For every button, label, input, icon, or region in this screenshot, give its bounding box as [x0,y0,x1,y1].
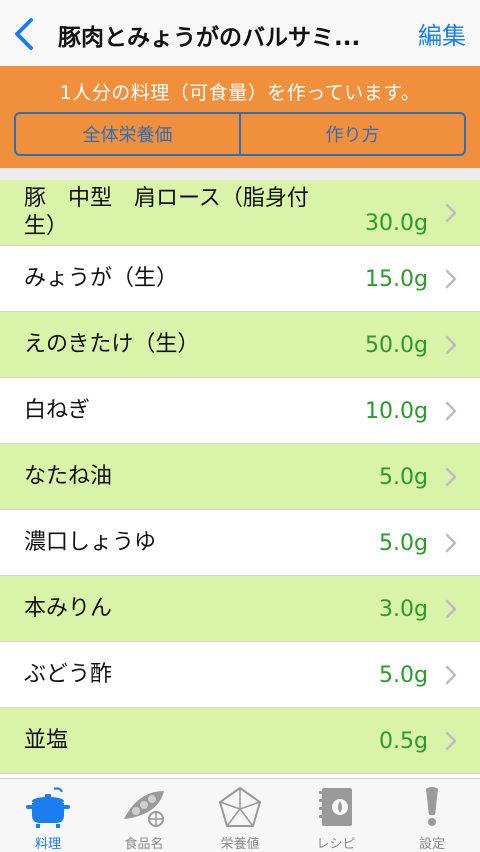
ingredient-row[interactable]: 濃口しょうゆ 5.0g [0,510,480,576]
ingredient-name: ぶどう酢 [24,662,113,687]
chevron-right-icon [445,335,457,355]
tab-nutrition[interactable]: 栄養値 [192,779,288,852]
ingredient-row[interactable]: なたね油 5.0g [0,444,480,510]
tab-settings[interactable]: 設定 [384,779,480,852]
chevron-right-icon [445,599,457,619]
chevron-right-icon [445,467,457,487]
ingredient-row[interactable]: えのきたけ（生） 50.0g [0,312,480,378]
ingredient-amount: 3.0g [379,596,428,622]
ingredient-name: なたね油 [24,464,113,489]
tab-bar: 料理 食品名 栄養値 レシピ 設定 [0,778,480,852]
ingredient-amount: 30.0g [365,211,428,236]
tab-cooking[interactable]: 料理 [0,779,96,852]
page-title: 豚肉とみょうがのバルサミ... [58,25,361,51]
chevron-right-icon [445,665,457,685]
serving-banner: 1人分の料理（可食量）を作っています。 全体栄養価 作り方 [0,66,480,168]
ingredient-name: 本みりん [24,596,113,621]
notebook-icon [319,788,352,826]
ingredient-name: 濃口しょうゆ [24,530,157,555]
tab-label: 食品名 [124,837,164,852]
tab-food-names[interactable]: 食品名 [96,779,192,852]
tab-label: 料理 [34,837,61,852]
peas-icon [124,791,164,827]
segment-how-to-make[interactable]: 作り方 [239,114,464,154]
ingredient-row[interactable]: 並塩 0.5g [0,708,480,774]
chevron-right-icon [445,533,457,553]
ingredient-amount: 0.5g [379,728,428,754]
ingredient-name: えのきたけ（生） [24,332,200,357]
exclamation-icon [426,787,438,826]
ingredient-name: 豚 中型 肩ロース（脂身付生） [24,186,309,239]
edit-button[interactable]: 編集 [418,16,466,51]
ingredient-amount: 15.0g [365,266,428,292]
chevron-right-icon [445,401,457,421]
tab-label: レシピ [316,837,356,852]
ingredient-name: みょうが（生） [24,266,179,291]
ingredient-amount: 5.0g [379,530,428,556]
ingredient-name: 並塩 [24,728,69,753]
chevron-left-icon [15,18,33,50]
pot-icon [26,787,70,828]
tab-label: 設定 [418,837,445,852]
section-gap [0,168,480,180]
ingredient-row[interactable]: 豚 中型 肩ロース（脂身付生） 30.0g [0,180,480,246]
ingredient-row[interactable]: ぶどう酢 5.0g [0,642,480,708]
ingredient-row[interactable]: 本みりん 3.0g [0,576,480,642]
ingredient-row[interactable]: 白ねぎ 10.0g [0,378,480,444]
tab-recipe[interactable]: レシピ [288,779,384,852]
back-button[interactable] [8,14,40,54]
pentagon-icon [218,786,262,827]
ingredient-amount: 5.0g [379,662,428,688]
chevron-right-icon [445,203,457,223]
ingredient-name: 白ねぎ [24,398,91,423]
view-segmented-control: 全体栄養価 作り方 [14,112,466,156]
serving-info-text: 1人分の料理（可食量）を作っています。 [59,82,421,104]
chevron-right-icon [445,269,457,289]
ingredient-amount: 50.0g [365,332,428,358]
navigation-bar: 豚肉とみょうがのバルサミ... 編集 [0,0,480,66]
segment-total-nutrition[interactable]: 全体栄養価 [16,114,239,154]
ingredient-row[interactable]: みょうが（生） 15.0g [0,246,480,312]
ingredient-amount: 5.0g [379,464,428,490]
tab-label: 栄養値 [220,837,260,852]
chevron-right-icon [445,731,457,751]
ingredient-list: 豚 中型 肩ロース（脂身付生） 30.0g みょうが（生） 15.0g えのきた… [0,180,480,774]
ingredient-amount: 10.0g [365,398,428,424]
